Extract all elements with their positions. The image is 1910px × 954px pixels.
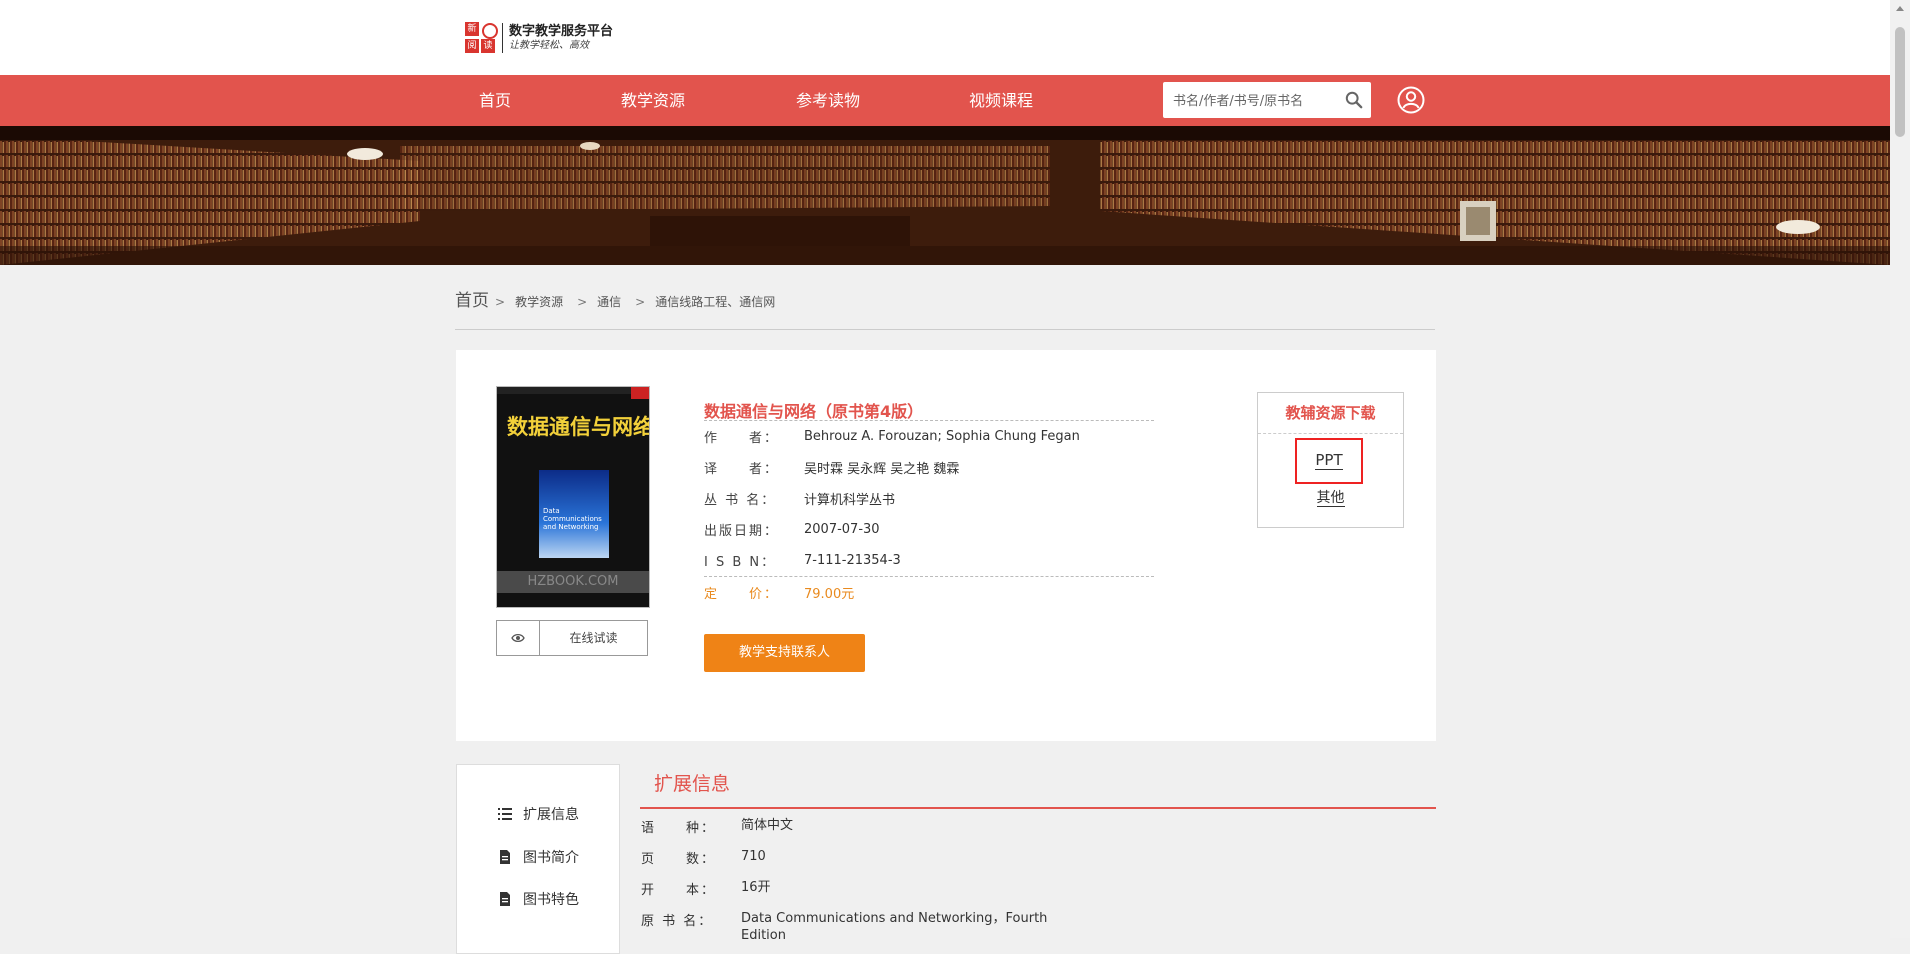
author-value: Behrouz A. Forouzan; Sophia Chung Fegan [804,429,1080,444]
ppt-download-highlight: PPT [1295,438,1363,484]
resource-download-panel: 教辅资源下载 PPT 其他 [1257,392,1404,528]
book-info: 数据通信与网络（原书第4版） 作 者： Behrouz A. Forouzan; … [704,398,1154,608]
list-icon [498,808,512,820]
search-input[interactable] [1171,82,1340,120]
cover-watermark: HZBOOK.COM [497,571,649,593]
breadcrumb: 首页 > 教学资源 > 通信 > 通信线路工程、通信网 [455,286,775,311]
breadcrumb-category[interactable]: 通信线路工程、通信网 [655,293,775,310]
ppt-download-link[interactable]: PPT [1315,452,1343,470]
info-row-publish-date: 出版日期： 2007-07-30 [704,522,880,539]
ext-row-format: 开 本： 16开 [641,880,771,898]
extended-info-divider [640,807,1436,809]
info-row-isbn: I S B N： 7-111-21354-3 [704,553,901,570]
ext-row-pages: 页 数： 710 [641,849,766,867]
library-banner [0,126,1890,265]
publish-date-value: 2007-07-30 [804,522,880,537]
extended-info-title: 扩展信息 [654,773,731,795]
info-row-series: 丛 书 名： 计算机科学丛书 [704,483,1154,514]
nav-item-teaching-resources[interactable]: 教学资源 [621,75,685,126]
nav-item-video-courses[interactable]: 视频课程 [969,75,1033,126]
cover-english-title: Data Communications and Networking [543,507,602,531]
isbn-value: 7-111-21354-3 [804,553,901,568]
info-row-translator: 译 者： 吴时霖 吴永辉 吴之艳 魏霖 [704,452,1154,483]
logo-subtitle: 让教学轻松、高效 [509,40,589,51]
search-icon[interactable] [1345,91,1363,109]
ext-row-language: 语 种： 简体中文 [641,818,794,836]
series-value: 计算机科学丛书 [804,493,896,508]
sidebar-item-extended-info[interactable]: 扩展信息 [498,802,579,826]
scroll-up-arrow-icon[interactable] [1896,6,1904,11]
breadcrumb-divider [455,329,1435,330]
book-detail-card: 数据通信与网络 Data Communications and Networki… [456,350,1436,741]
info-row-price: 定 价： 79.00元 [704,577,1154,608]
breadcrumb-communication[interactable]: 通信 [597,293,621,310]
sidebar-item-book-intro[interactable]: 图书简介 [498,845,579,869]
breadcrumb-teaching-resources[interactable]: 教学资源 [515,293,563,310]
eye-icon [511,633,525,643]
sidebar-item-label: 图书特色 [523,892,579,908]
ext-row-original-title: 原 书 名： Data Communications and Networking… [641,911,1048,943]
price-value: 79.00元 [804,587,855,602]
sidebar-item-book-features[interactable]: 图书特色 [498,887,579,911]
site-logo[interactable]: 新 阅 读 数字教学服务平台 让教学轻松、高效 [465,22,613,54]
main-nav: 首页 教学资源 参考读物 视频课程 [0,75,1890,126]
online-preview-button[interactable]: 在线试读 [496,620,648,656]
breadcrumb-home[interactable]: 首页 [455,286,489,311]
cover-title: 数据通信与网络 [507,414,650,439]
sidebar-item-label: 图书简介 [523,850,579,866]
vertical-scrollbar[interactable] [1890,0,1910,938]
nav-item-reference-reading[interactable]: 参考读物 [796,75,860,126]
scrollbar-thumb[interactable] [1895,27,1905,137]
detail-sidebar: 扩展信息 图书简介 图书特色 [456,764,620,954]
online-preview-label: 在线试读 [569,631,618,645]
logo-char-1: 新 [465,22,479,36]
sidebar-item-label: 扩展信息 [523,807,579,823]
book-cover-image[interactable]: 数据通信与网络 Data Communications and Networki… [496,386,650,608]
logo-title: 数字教学服务平台 [509,24,614,39]
book-title: 数据通信与网络（原书第4版） [704,402,924,421]
resource-download-title: 教辅资源下载 [1258,393,1403,434]
logo-char-2: 阅 [465,39,479,53]
other-download-link[interactable]: 其他 [1316,490,1345,507]
nav-item-home[interactable]: 首页 [479,75,511,126]
logo-mark-icon: 新 阅 读 [465,22,498,54]
translator-value: 吴时霖 吴永辉 吴之艳 魏霖 [804,462,960,477]
logo-char-3: 读 [481,39,495,53]
search-box [1163,82,1371,120]
teaching-support-contact-button[interactable]: 教学支持联系人 [704,634,865,672]
top-header: 新 阅 读 数字教学服务平台 让教学轻松、高效 [0,0,1890,75]
info-row-author: 作 者： Behrouz A. Forouzan; Sophia Chung Fe… [704,429,1080,446]
document-icon [500,850,510,864]
user-account-icon[interactable] [1397,86,1425,114]
document-icon [500,892,510,906]
